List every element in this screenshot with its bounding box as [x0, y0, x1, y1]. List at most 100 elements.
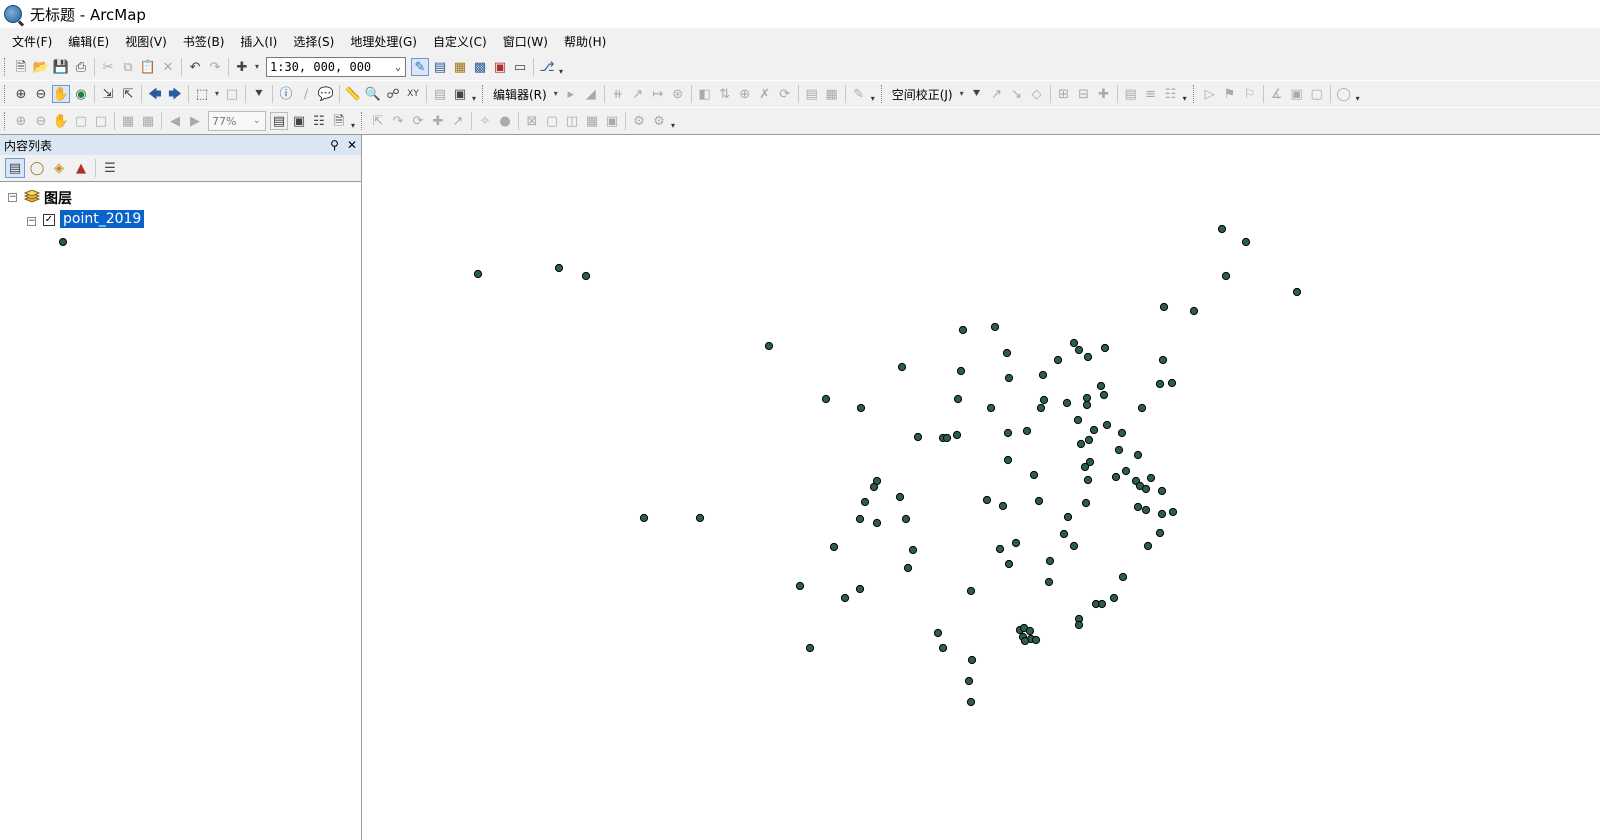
- find-binoculars-icon[interactable]: 🔍: [364, 85, 382, 103]
- save-icon[interactable]: 💾: [52, 58, 70, 76]
- map-topology-icon[interactable]: ▢: [543, 112, 561, 130]
- pan-hand-icon[interactable]: ✋: [52, 85, 70, 103]
- topology-tool-icon[interactable]: ⊠: [523, 112, 541, 130]
- list-by-drawing-order-icon[interactable]: ▤: [5, 158, 25, 178]
- find-route-icon[interactable]: ☍: [384, 85, 402, 103]
- construct-features-icon[interactable]: ▦: [583, 112, 601, 130]
- attribute-transfer-icon[interactable]: ☷: [1162, 85, 1180, 103]
- chevron-down-icon[interactable]: ⌄: [388, 62, 405, 73]
- menu-help[interactable]: 帮助(H): [557, 33, 613, 50]
- toolbar-grip[interactable]: [1192, 85, 1197, 103]
- change-layout-icon[interactable]: ☷: [310, 112, 328, 130]
- georef-auto-adjust-icon[interactable]: ✧: [476, 112, 494, 130]
- measure-icon[interactable]: 📏: [344, 85, 362, 103]
- menu-file[interactable]: 文件(F): [5, 33, 59, 50]
- layer-visibility-checkbox[interactable]: ✓: [43, 214, 55, 226]
- georef-fit-to-display-icon[interactable]: ⇱: [369, 112, 387, 130]
- menu-insert[interactable]: 插入(I): [233, 33, 284, 50]
- menu-geoprocessing[interactable]: 地理处理(G): [343, 33, 424, 50]
- data-driven-pages-icon[interactable]: 🗎: [330, 112, 348, 130]
- rotate-tool-icon[interactable]: ⟳: [776, 85, 794, 103]
- straight-segment-icon[interactable]: ⧺: [609, 85, 627, 103]
- menu-view[interactable]: 视图(V): [118, 33, 174, 50]
- pin-icon[interactable]: ⚲: [330, 138, 339, 152]
- zoom-100-percent-icon[interactable]: □: [92, 112, 110, 130]
- select-features-icon[interactable]: ⬚: [193, 85, 211, 103]
- modify-link-icon[interactable]: ↘: [1008, 85, 1026, 103]
- toolbar-grip[interactable]: [361, 112, 365, 130]
- html-popup-icon[interactable]: 💬: [317, 85, 335, 103]
- copy-icon[interactable]: ⧉: [119, 58, 137, 76]
- redo-icon[interactable]: ↷: [206, 58, 224, 76]
- identify-icon[interactable]: ⓘ: [277, 85, 295, 103]
- planarize-lines-icon[interactable]: ▣: [603, 112, 621, 130]
- layers-group-label[interactable]: 图层: [44, 188, 72, 208]
- close-icon[interactable]: ✕: [347, 138, 357, 152]
- layout-zoom-in-icon[interactable]: ⊕: [12, 112, 30, 130]
- control-points-icon[interactable]: ▢: [1308, 85, 1326, 103]
- zoom-whole-page-icon[interactable]: ▢: [72, 112, 90, 130]
- layout-back-icon[interactable]: ◀: [166, 112, 184, 130]
- toolbar-grip[interactable]: [482, 85, 486, 103]
- view-link-table-icon[interactable]: ▤: [1122, 85, 1140, 103]
- arctoolbox-icon[interactable]: ▣: [491, 58, 509, 76]
- select-features-dropdown-icon[interactable]: ▾: [213, 85, 221, 103]
- toolbar-overflow-icon[interactable]: ▾: [557, 58, 565, 76]
- editor-toolbar-toggle-icon[interactable]: ✎: [411, 58, 429, 76]
- extent-indicator-icon[interactable]: ◯: [1335, 85, 1353, 103]
- go-to-xy-icon[interactable]: XY: [404, 85, 422, 103]
- collapse-icon[interactable]: −: [8, 193, 17, 202]
- zoom-out-icon[interactable]: ⊖: [32, 85, 50, 103]
- new-identity-link-icon[interactable]: ⊞: [1055, 85, 1073, 103]
- map-scale-combobox[interactable]: 1:30, 000, 000 ⌄: [266, 57, 406, 77]
- validate-topology-icon[interactable]: ⚙: [650, 112, 668, 130]
- table-of-contents-icon[interactable]: ▤: [431, 58, 449, 76]
- time-slider-icon[interactable]: ▤: [431, 85, 449, 103]
- list-by-visibility-icon[interactable]: ◈: [49, 158, 69, 178]
- layout-zoom-out-icon[interactable]: ⊖: [32, 112, 50, 130]
- paste-icon[interactable]: 📋: [139, 58, 157, 76]
- topology-errors-icon[interactable]: ◫: [563, 112, 581, 130]
- undo-icon[interactable]: ↶: [186, 58, 204, 76]
- layout-forward-icon[interactable]: ▶: [186, 112, 204, 130]
- attributes-icon[interactable]: ▤: [803, 85, 821, 103]
- georef-link-icon[interactable]: ↗: [449, 112, 467, 130]
- add-data-dropdown-icon[interactable]: ▾: [253, 58, 261, 76]
- toc-options-icon[interactable]: ☰: [100, 158, 120, 178]
- toolbar-overflow-icon[interactable]: ▾: [470, 85, 478, 103]
- georef-rotate-icon[interactable]: ⟳: [409, 112, 427, 130]
- fixed-zoom-out-icon[interactable]: ⇱: [119, 85, 137, 103]
- trace-icon[interactable]: ↦: [649, 85, 667, 103]
- layout-pan-icon[interactable]: ✋: [52, 112, 70, 130]
- route-flag-icon[interactable]: ⚑: [1221, 85, 1239, 103]
- toggle-draft-mode-icon[interactable]: ▤: [270, 112, 288, 130]
- list-by-selection-icon[interactable]: ▲: [71, 158, 91, 178]
- layer-name[interactable]: point_2019: [60, 210, 145, 228]
- georef-add-control-points-icon[interactable]: ✚: [429, 112, 447, 130]
- split-tool-icon[interactable]: ✗: [756, 85, 774, 103]
- editor-dropdown-icon[interactable]: ▾: [552, 85, 560, 103]
- spatial-adjustment-dropdown-icon[interactable]: ▾: [958, 85, 966, 103]
- hyperlink-icon[interactable]: ∕: [297, 85, 315, 103]
- toolbar-overflow-icon[interactable]: ▾: [349, 112, 357, 130]
- full-extent-globe-icon[interactable]: ◉: [72, 85, 90, 103]
- toolbar-grip[interactable]: [4, 85, 8, 103]
- go-forward-icon[interactable]: 🡆: [166, 85, 184, 103]
- toolbar-overflow-icon[interactable]: ▾: [1354, 85, 1362, 103]
- menu-bookmarks[interactable]: 书签(B): [176, 33, 232, 50]
- sketch-properties-icon[interactable]: ▦: [823, 85, 841, 103]
- route-edit-icon[interactable]: ▷: [1201, 85, 1219, 103]
- create-features-icon[interactable]: ✎: [850, 85, 868, 103]
- measure-line-icon[interactable]: ∡: [1268, 85, 1286, 103]
- map-view[interactable]: [362, 135, 1600, 840]
- delete-icon[interactable]: ✕: [159, 58, 177, 76]
- toolbar-grip[interactable]: [4, 112, 8, 130]
- create-viewer-window-icon[interactable]: ▣: [451, 85, 469, 103]
- toolbar-grip[interactable]: [880, 85, 885, 103]
- layout-zoom-combobox[interactable]: 77% ⌄: [208, 111, 266, 131]
- edit-annotation-icon[interactable]: ◢: [582, 85, 600, 103]
- toolbar-overflow-icon[interactable]: ▾: [869, 85, 877, 103]
- collapse-icon[interactable]: −: [27, 217, 36, 226]
- cut-icon[interactable]: ✂: [99, 58, 117, 76]
- toolbar-overflow-icon[interactable]: ▾: [669, 112, 677, 130]
